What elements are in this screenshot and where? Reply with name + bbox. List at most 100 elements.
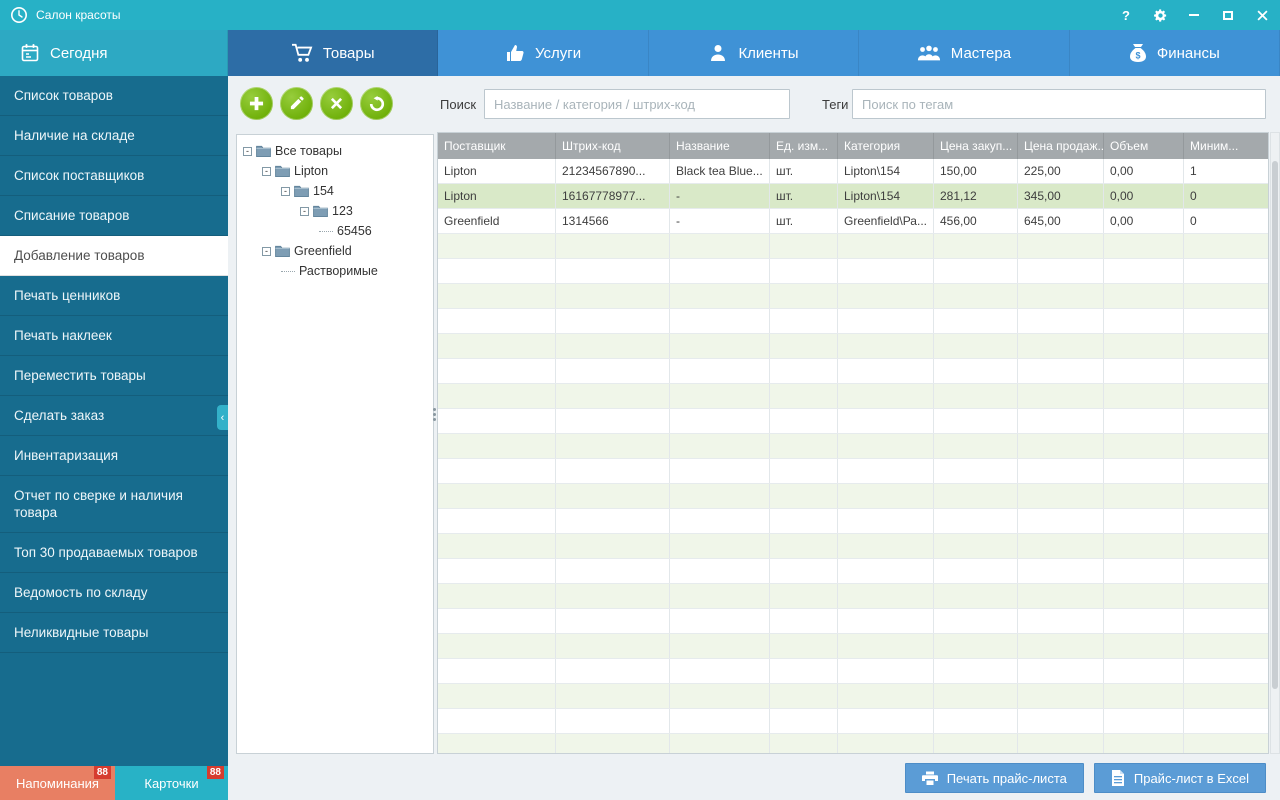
table-cell [556, 359, 670, 383]
add-button[interactable] [240, 87, 273, 120]
table-empty-row[interactable] [438, 484, 1268, 509]
tree-item[interactable]: - 123 [237, 201, 433, 221]
print-pricelist-button[interactable]: Печать прайс-листа [904, 763, 1084, 793]
table-empty-row[interactable] [438, 409, 1268, 434]
table-cell [670, 409, 770, 433]
goods-table: Поставщик Штрих-код Название Ед. изм... Кате… [437, 132, 1269, 754]
sidebar-item[interactable]: Список поставщиков [0, 156, 228, 196]
sidebar-item[interactable]: Переместить товары [0, 356, 228, 396]
tree-item[interactable]: - Greenfield [237, 241, 433, 261]
table-row[interactable]: Greenfield 1314566- шт. Greenfield\Ра... 456… [438, 209, 1268, 234]
tree-item[interactable]: - Все товары [237, 141, 433, 161]
tree-expander-icon[interactable]: - [281, 186, 290, 196]
tree-expander-icon[interactable]: - [262, 246, 271, 256]
table-cell [1018, 284, 1104, 308]
column-header[interactable]: Ед. изм... [770, 133, 838, 159]
table-empty-row[interactable] [438, 259, 1268, 284]
reminders-button[interactable]: Напоминания 88 [0, 766, 115, 800]
table-cell [1184, 609, 1268, 633]
settings-gear-icon[interactable] [1152, 7, 1168, 23]
column-header[interactable]: Поставщик [438, 133, 556, 159]
table-cell [556, 234, 670, 258]
sidebar-item[interactable]: Неликвидные товары [0, 613, 228, 653]
column-header[interactable]: Штрих-код [556, 133, 670, 159]
table-empty-row[interactable] [438, 659, 1268, 684]
table-empty-row[interactable] [438, 534, 1268, 559]
edit-button[interactable] [280, 87, 313, 120]
cards-button[interactable]: Карточки 88 [115, 766, 228, 800]
vertical-scrollbar[interactable] [1270, 132, 1280, 754]
sidebar-item[interactable]: Ведомость по складу [0, 573, 228, 613]
column-header[interactable]: Цена продаж... [1018, 133, 1104, 159]
sidebar-item[interactable]: Наличие на складе [0, 116, 228, 156]
table-empty-row[interactable] [438, 359, 1268, 384]
table-cell [1184, 384, 1268, 408]
tab-today[interactable]: Сегодня [0, 30, 228, 76]
sidebar-item[interactable]: Добавление товаров [0, 236, 228, 276]
column-header[interactable]: Объем [1104, 133, 1184, 159]
table-cell [1184, 334, 1268, 358]
tab-bar: Сегодня Товары Услуги Клиенты Мастера $ … [0, 30, 1280, 76]
sidebar-item[interactable]: Сделать заказ [0, 396, 228, 436]
search-input[interactable] [484, 89, 790, 119]
tree-item[interactable]: Растворимые [237, 261, 433, 281]
table-cell [838, 434, 934, 458]
table-empty-row[interactable] [438, 609, 1268, 634]
tree-expander-icon[interactable]: - [243, 146, 252, 156]
table-empty-row[interactable] [438, 709, 1268, 734]
tree-expander-icon[interactable]: - [300, 206, 309, 216]
table-cell [770, 284, 838, 308]
column-header[interactable]: Миним... [1184, 133, 1268, 159]
tree-connector-line [281, 270, 295, 272]
column-header[interactable]: Название [670, 133, 770, 159]
table-empty-row[interactable] [438, 234, 1268, 259]
sidebar-item[interactable]: Инвентаризация [0, 436, 228, 476]
table-cell [438, 259, 556, 283]
sidebar-item[interactable]: Печать ценников [0, 276, 228, 316]
tab-finance[interactable]: $ Финансы [1069, 30, 1280, 76]
column-header[interactable]: Категория [838, 133, 934, 159]
tab-goods[interactable]: Товары [228, 30, 439, 76]
maximize-button[interactable] [1220, 7, 1236, 23]
table-empty-row[interactable] [438, 734, 1268, 753]
column-header[interactable]: Цена закуп... [934, 133, 1018, 159]
minimize-button[interactable] [1186, 7, 1202, 23]
tree-item[interactable]: - 154 [237, 181, 433, 201]
table-row[interactable]: Lipton 21234567890... Black tea Blue... шт.… [438, 159, 1268, 184]
tab-services[interactable]: Услуги [438, 30, 649, 76]
excel-pricelist-button[interactable]: Прайс-лист в Excel [1093, 763, 1266, 793]
tree-expander-icon[interactable]: - [262, 166, 271, 176]
table-cell [1018, 384, 1104, 408]
tree-item[interactable]: - Lipton [237, 161, 433, 181]
sidebar-item[interactable]: Список товаров [0, 76, 228, 116]
refresh-button[interactable] [360, 87, 393, 120]
scrollbar-thumb[interactable] [1272, 161, 1278, 689]
sidebar-item[interactable]: Списание товаров [0, 196, 228, 236]
sidebar-collapse-button[interactable]: ‹ [217, 405, 228, 430]
sidebar-item[interactable]: Отчет по сверке и наличия товара [0, 476, 228, 533]
table-empty-row[interactable] [438, 509, 1268, 534]
table-cell: 1 [1184, 159, 1268, 183]
tab-masters[interactable]: Мастера [859, 30, 1070, 76]
sidebar-item[interactable]: Топ 30 продаваемых товаров [0, 533, 228, 573]
tree-item[interactable]: 65456 [237, 221, 433, 241]
table-cell [438, 359, 556, 383]
table-empty-row[interactable] [438, 334, 1268, 359]
delete-button[interactable] [320, 87, 353, 120]
close-button[interactable] [1254, 7, 1270, 23]
sidebar-item[interactable]: Печать наклеек [0, 316, 228, 356]
table-empty-row[interactable] [438, 459, 1268, 484]
table-cell [1184, 484, 1268, 508]
table-empty-row[interactable] [438, 434, 1268, 459]
table-empty-row[interactable] [438, 634, 1268, 659]
table-row[interactable]: Lipton 16167778977... - шт. Lipton\154 281,12… [438, 184, 1268, 209]
table-empty-row[interactable] [438, 309, 1268, 334]
table-empty-row[interactable] [438, 384, 1268, 409]
tab-clients[interactable]: Клиенты [648, 30, 860, 76]
tags-input[interactable] [852, 89, 1266, 119]
help-icon[interactable]: ? [1118, 7, 1134, 23]
table-empty-row[interactable] [438, 684, 1268, 709]
table-empty-row[interactable] [438, 559, 1268, 584]
table-empty-row[interactable] [438, 284, 1268, 309]
table-empty-row[interactable] [438, 584, 1268, 609]
